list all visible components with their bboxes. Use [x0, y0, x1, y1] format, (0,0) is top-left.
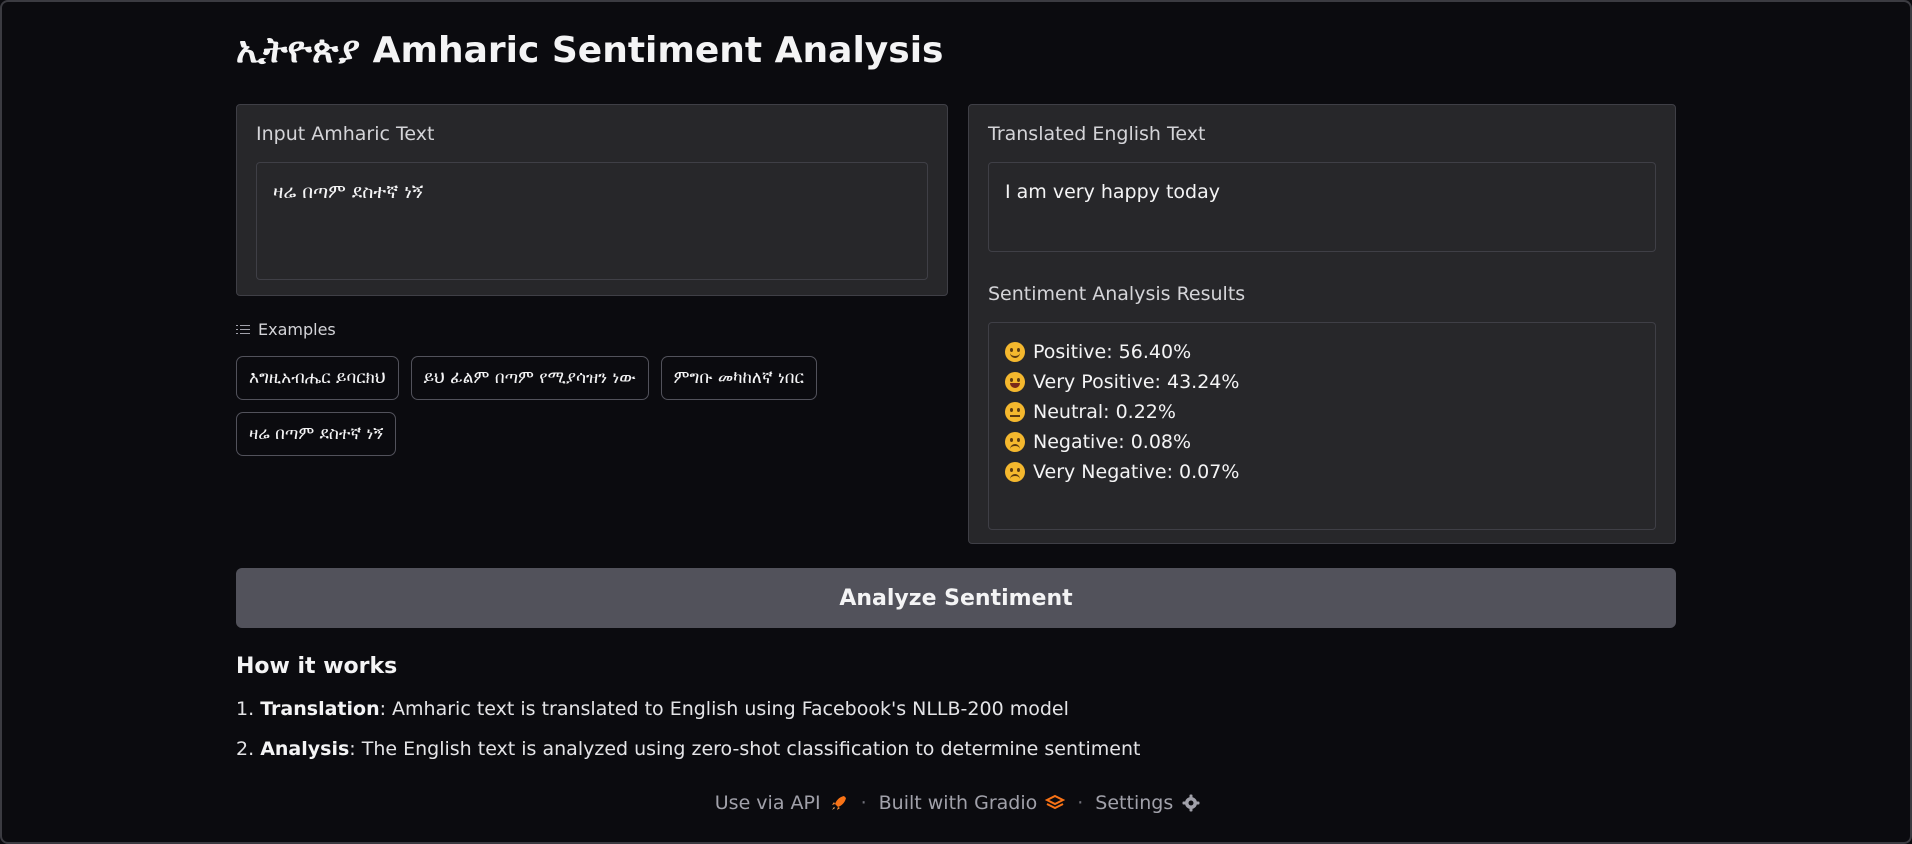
footer: Use via API · Built with Gradio · Settin…	[2, 792, 1910, 814]
app-window: ኢትዮጵያ Amharic Sentiment Analysis Input A…	[0, 0, 1912, 844]
examples-label: Examples	[258, 320, 336, 339]
how-step-2: 2. Analysis: The English text is analyze…	[236, 738, 1140, 760]
result-line: Negative: 0.08%	[1005, 427, 1639, 457]
result-text: Neutral: 0.22%	[1033, 401, 1176, 423]
translation-label: Translated English Text	[988, 123, 1206, 145]
page-title: ኢትዮጵያ Amharic Sentiment Analysis	[236, 30, 944, 71]
result-line: Very Negative: 0.07%	[1005, 457, 1639, 487]
grinning-face-icon	[1005, 372, 1025, 392]
result-text: Positive: 56.40%	[1033, 341, 1192, 363]
footer-separator: ·	[860, 792, 867, 814]
how-step-1: 1. Translation: Amharic text is translat…	[236, 698, 1069, 720]
use-via-api-link[interactable]: Use via API	[715, 792, 849, 814]
results-output[interactable]: Positive: 56.40% Very Positive: 43.24% N…	[988, 322, 1656, 530]
step-description: : The English text is analyzed using zer…	[349, 738, 1141, 760]
api-link-label: Use via API	[714, 792, 821, 814]
gradio-logo-icon	[1045, 794, 1066, 810]
rocket-icon	[831, 796, 846, 810]
step-title: Analysis	[260, 738, 350, 760]
example-button[interactable]: ምግቡ መካከለኛ ነበር	[660, 356, 817, 400]
example-button[interactable]: ዛሬ በጣም ደስተኛ ነኝ	[236, 412, 397, 456]
step-title: Translation	[260, 698, 380, 720]
step-description: : Amharic text is translated to English …	[379, 698, 1069, 720]
translation-output[interactable]: I am very happy today	[988, 162, 1656, 252]
results-label: Sentiment Analysis Results	[988, 283, 1246, 305]
amharic-input[interactable]: ዛሬ በጣም ደስተኛ ነኝ	[256, 162, 928, 280]
how-it-works-heading: How it works	[236, 654, 398, 679]
footer-separator: ·	[1077, 792, 1084, 814]
gradio-link-label: Built with Gradio	[878, 792, 1038, 814]
result-line: Positive: 56.40%	[1005, 337, 1639, 367]
step-number: 2.	[236, 738, 255, 760]
settings-link[interactable]: Settings	[1095, 792, 1201, 814]
gear-icon	[1182, 794, 1200, 812]
slightly-smiling-face-icon	[1005, 342, 1025, 362]
list-icon	[236, 324, 250, 336]
result-text: Very Negative: 0.07%	[1033, 461, 1240, 483]
neutral-face-icon	[1005, 402, 1025, 422]
step-number: 1.	[236, 698, 255, 720]
input-label: Input Amharic Text	[256, 123, 435, 145]
result-line: Neutral: 0.22%	[1005, 397, 1639, 427]
built-with-gradio-link[interactable]: Built with Gradio	[879, 792, 1066, 814]
example-button[interactable]: ይህ ፊልም በጣም የሚያሳዝን ነው	[410, 356, 649, 400]
input-panel: Input Amharic Text ዛሬ በጣም ደስተኛ ነኝ	[236, 104, 948, 296]
settings-link-label: Settings	[1095, 792, 1174, 814]
output-panel: Translated English Text I am very happy …	[968, 104, 1676, 544]
result-text: Negative: 0.08%	[1033, 431, 1192, 453]
examples-list: እግዚአብሔር ይባርክህ ይህ ፊልም በጣም የሚያሳዝን ነው ምግቡ መ…	[236, 356, 936, 456]
result-line: Very Positive: 43.24%	[1005, 367, 1639, 397]
slightly-frowning-face-icon	[1005, 432, 1025, 452]
examples-header: Examples	[236, 320, 336, 339]
analyze-sentiment-button[interactable]: Analyze Sentiment	[236, 568, 1676, 628]
frowning-face-icon	[1005, 462, 1025, 482]
result-text: Very Positive: 43.24%	[1033, 371, 1240, 393]
example-button[interactable]: እግዚአብሔር ይባርክህ	[236, 356, 399, 400]
